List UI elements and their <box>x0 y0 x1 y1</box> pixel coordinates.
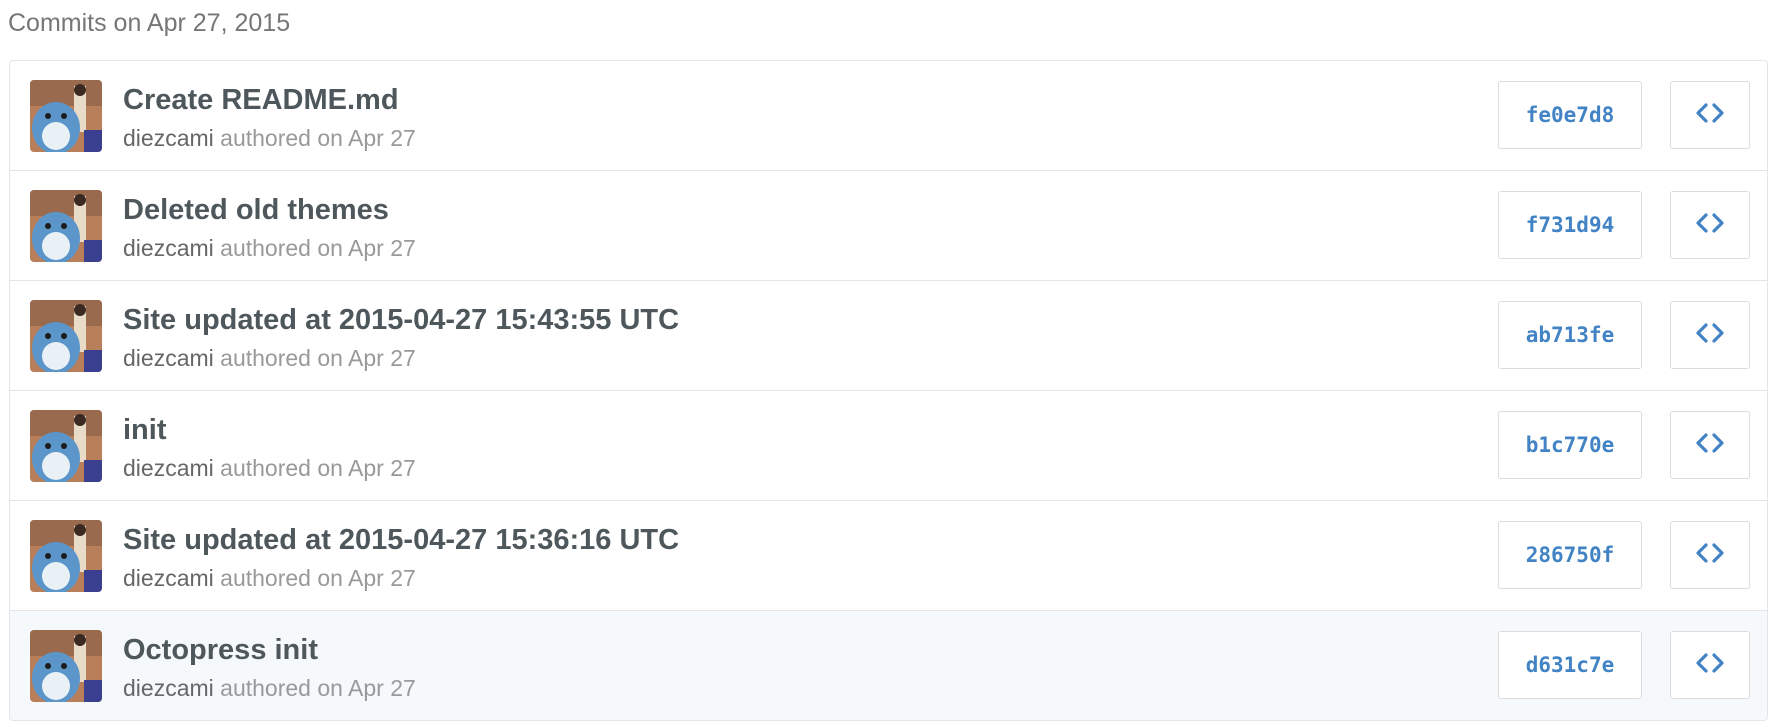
commit-row: Create README.md diezcami authored on Ap… <box>10 61 1767 171</box>
commit-author[interactable]: diezcami <box>123 565 214 591</box>
avatar[interactable] <box>30 520 102 592</box>
commit-author[interactable]: diezcami <box>123 455 214 481</box>
browse-code-button[interactable] <box>1670 191 1750 259</box>
commit-author[interactable]: diezcami <box>123 125 214 151</box>
commit-sha-button[interactable]: fe0e7d8 <box>1498 81 1642 149</box>
commit-meta: diezcami authored on Apr 27 <box>123 344 416 372</box>
code-icon <box>1695 652 1725 679</box>
commit-meta: diezcami authored on Apr 27 <box>123 564 416 592</box>
commit-meta: diezcami authored on Apr 27 <box>123 674 416 702</box>
code-icon <box>1695 542 1725 569</box>
browse-code-button[interactable] <box>1670 301 1750 369</box>
code-icon <box>1695 212 1725 239</box>
commit-authored-text: authored on Apr 27 <box>213 235 416 261</box>
commit-message[interactable]: Deleted old themes <box>123 191 389 229</box>
commit-authored-text: authored on Apr 27 <box>213 675 416 701</box>
code-icon <box>1695 322 1725 349</box>
code-icon <box>1695 102 1725 129</box>
commit-sha-button[interactable]: 286750f <box>1498 521 1642 589</box>
commit-sha-button[interactable]: b1c770e <box>1498 411 1642 479</box>
commit-message[interactable]: Site updated at 2015-04-27 15:43:55 UTC <box>123 301 679 339</box>
commit-authored-text: authored on Apr 27 <box>213 125 416 151</box>
commit-authored-text: authored on Apr 27 <box>213 345 416 371</box>
commit-author[interactable]: diezcami <box>123 675 214 701</box>
browse-code-button[interactable] <box>1670 631 1750 699</box>
code-icon <box>1695 432 1725 459</box>
avatar[interactable] <box>30 410 102 482</box>
commit-message[interactable]: Site updated at 2015-04-27 15:36:16 UTC <box>123 521 679 559</box>
commit-meta: diezcami authored on Apr 27 <box>123 234 416 262</box>
commit-meta: diezcami authored on Apr 27 <box>123 124 416 152</box>
commit-message[interactable]: init <box>123 411 167 449</box>
commit-authored-text: authored on Apr 27 <box>213 455 416 481</box>
commit-message[interactable]: Octopress init <box>123 631 318 669</box>
commit-sha-button[interactable]: ab713fe <box>1498 301 1642 369</box>
commit-list: Create README.md diezcami authored on Ap… <box>9 60 1768 721</box>
commit-sha-button[interactable]: d631c7e <box>1498 631 1642 699</box>
commit-row: Deleted old themes diezcami authored on … <box>10 171 1767 281</box>
commit-author[interactable]: diezcami <box>123 345 214 371</box>
commit-row: Site updated at 2015-04-27 15:43:55 UTC … <box>10 281 1767 391</box>
commit-row: Octopress init diezcami authored on Apr … <box>10 611 1767 720</box>
commit-row: Site updated at 2015-04-27 15:36:16 UTC … <box>10 501 1767 611</box>
avatar[interactable] <box>30 630 102 702</box>
commit-author[interactable]: diezcami <box>123 235 214 261</box>
browse-code-button[interactable] <box>1670 521 1750 589</box>
avatar[interactable] <box>30 80 102 152</box>
commit-group-title: Commits on Apr 27, 2015 <box>8 9 291 37</box>
commit-row: init diezcami authored on Apr 27 b1c770e <box>10 391 1767 501</box>
commit-sha-button[interactable]: f731d94 <box>1498 191 1642 259</box>
commit-meta: diezcami authored on Apr 27 <box>123 454 416 482</box>
browse-code-button[interactable] <box>1670 81 1750 149</box>
avatar[interactable] <box>30 190 102 262</box>
commit-authored-text: authored on Apr 27 <box>213 565 416 591</box>
browse-code-button[interactable] <box>1670 411 1750 479</box>
avatar[interactable] <box>30 300 102 372</box>
commit-message[interactable]: Create README.md <box>123 81 399 119</box>
commits-page: Commits on Apr 27, 2015 Create README.md <box>0 0 1776 728</box>
